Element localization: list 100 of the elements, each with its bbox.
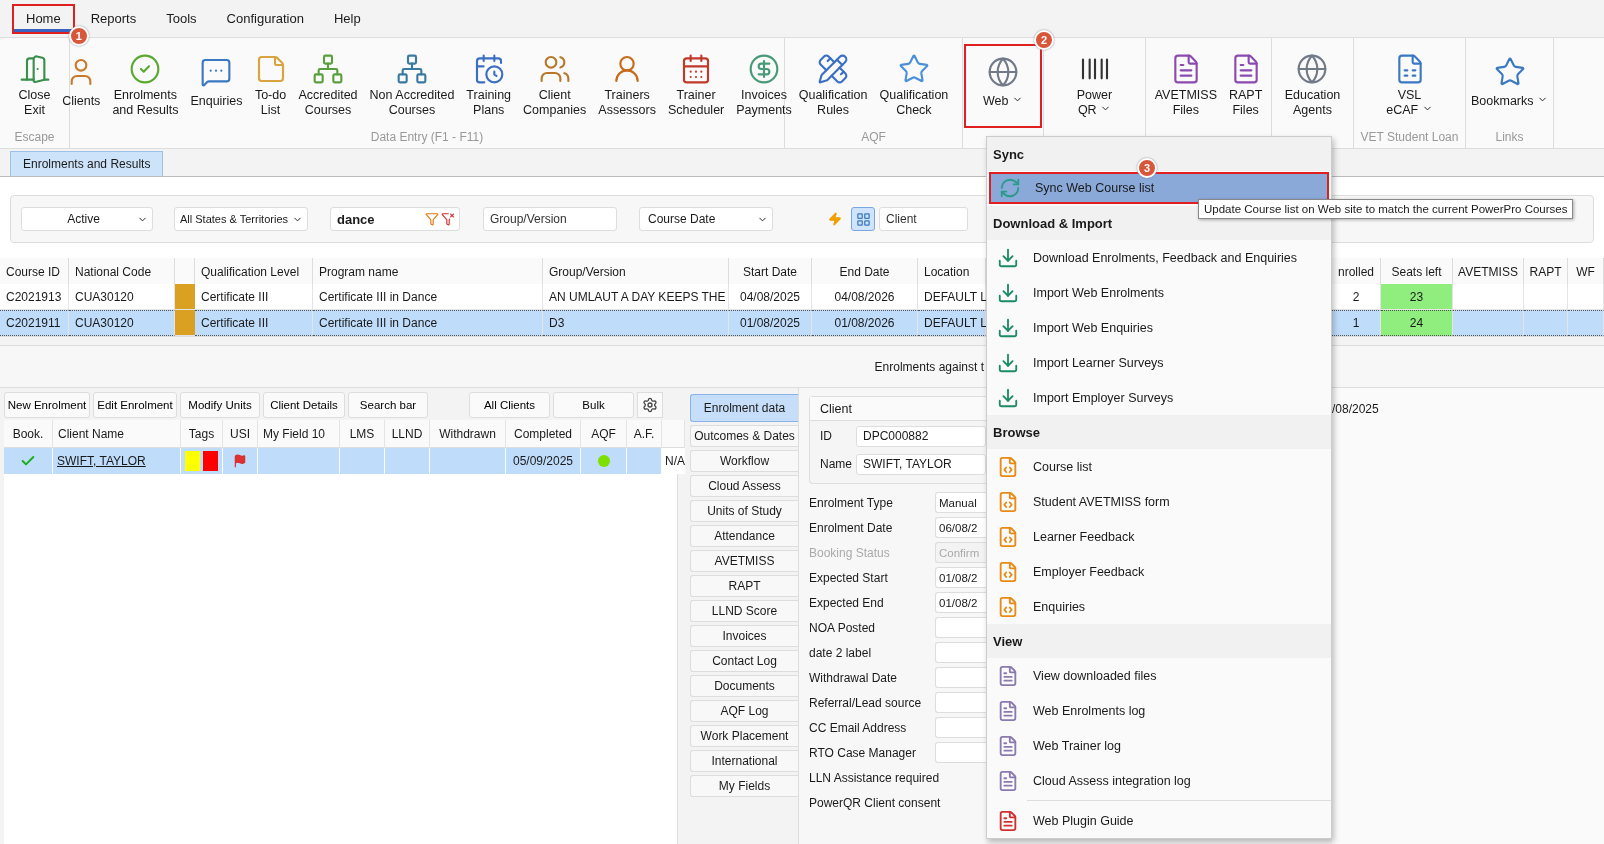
menu-tab[interactable]: Home: [12, 3, 75, 34]
menu-item[interactable]: Course list: [987, 449, 1331, 484]
column-header[interactable]: Withdrawn: [430, 420, 506, 448]
ribbon-button[interactable]: Education Agents: [1279, 44, 1346, 124]
column-header[interactable]: Book.: [4, 420, 53, 448]
search-field[interactable]: dance: [330, 207, 460, 231]
text-field[interactable]: [935, 642, 986, 663]
column-header[interactable]: Client Name: [53, 420, 181, 448]
text-field[interactable]: DPC000882: [856, 425, 986, 447]
states-dropdown[interactable]: All States & Territories: [174, 207, 308, 231]
menu-item[interactable]: Import Employer Surveys: [987, 380, 1331, 415]
text-field[interactable]: [935, 717, 986, 738]
ribbon-button[interactable]: Enrolments and Results: [107, 44, 184, 124]
text-field[interactable]: [935, 742, 986, 763]
menu-item[interactable]: Employer Feedback: [987, 554, 1331, 589]
text-field[interactable]: SWIFT, TAYLOR: [856, 453, 986, 475]
menu-tab[interactable]: Tools: [152, 3, 211, 34]
menu-item[interactable]: Import Learner Surveys: [987, 345, 1331, 380]
side-tab[interactable]: Cloud Assess: [690, 475, 798, 497]
ribbon-button[interactable]: Accredited Courses: [293, 44, 363, 124]
menu-item[interactable]: Import Web Enquiries: [987, 310, 1331, 345]
menu-item[interactable]: View downloaded files: [987, 658, 1331, 693]
code-file-icon: [997, 525, 1019, 548]
text-field[interactable]: [935, 667, 986, 688]
menu-item[interactable]: Student AVETMISS form: [987, 484, 1331, 519]
menu-item[interactable]: Learner Feedback: [987, 519, 1331, 554]
text-field[interactable]: [935, 617, 986, 638]
side-tab[interactable]: My Fields: [690, 775, 798, 797]
ribbon-button[interactable]: AVETMISS Files: [1149, 44, 1222, 124]
lightning-icon[interactable]: [828, 212, 842, 226]
document-tab[interactable]: Enrolments and Results: [10, 151, 164, 176]
status-dropdown[interactable]: Active: [21, 207, 153, 231]
text-field[interactable]: Manual: [935, 492, 986, 513]
toolbar-button[interactable]: All Clients: [469, 392, 550, 418]
ribbon-button[interactable]: Bookmarks: [1466, 44, 1553, 124]
client-field[interactable]: Client: [879, 207, 968, 231]
column-header[interactable]: LMS: [340, 420, 385, 448]
column-header[interactable]: A.F.: [627, 420, 662, 448]
toolbar-button[interactable]: Client Details: [263, 392, 345, 418]
menu-item[interactable]: Sync Web Course list: [989, 172, 1329, 204]
table-cell: D3: [543, 310, 729, 336]
settings-button[interactable]: [637, 392, 663, 418]
text-field[interactable]: [935, 692, 986, 713]
toolbar-button[interactable]: Edit Enrolment: [93, 392, 177, 418]
side-tab[interactable]: International: [690, 750, 798, 772]
toolbar-button[interactable]: Bulk: [553, 392, 634, 418]
menu-item[interactable]: Web Trainer log: [987, 728, 1331, 763]
side-tab[interactable]: Work Placement: [690, 725, 798, 747]
text-field[interactable]: 01/08/2: [935, 592, 986, 613]
ribbon-button[interactable]: Power QR: [1071, 44, 1118, 124]
side-tab[interactable]: Units of Study: [690, 500, 798, 522]
group-version-field[interactable]: Group/Version: [483, 207, 617, 231]
menu-item[interactable]: Import Web Enrolments: [987, 275, 1331, 310]
side-tab[interactable]: Documents: [690, 675, 798, 697]
menu-tab[interactable]: Help: [319, 3, 375, 34]
ribbon-button[interactable]: Non Accredited Courses: [364, 44, 460, 124]
column-header[interactable]: USI: [223, 420, 258, 448]
toolbar-button[interactable]: Modify Units: [180, 392, 260, 418]
filter-icon[interactable]: [425, 212, 439, 226]
ribbon-button[interactable]: Client Companies: [518, 44, 592, 124]
side-tab[interactable]: RAPT: [690, 575, 798, 597]
ribbon-button[interactable]: Enquiries: [185, 44, 248, 124]
side-tab[interactable]: Workflow: [690, 450, 798, 472]
grid-view-button[interactable]: [851, 207, 875, 231]
ribbon-button[interactable]: To-do List: [249, 44, 292, 124]
text-field[interactable]: 06/08/2: [935, 517, 986, 538]
side-tab[interactable]: AVETMISS: [690, 550, 798, 572]
side-tab[interactable]: AQF Log: [690, 700, 798, 722]
menu-item[interactable]: Cloud Assess integration log: [987, 763, 1331, 798]
side-tab[interactable]: Outcomes & Dates: [690, 425, 798, 447]
ribbon-button[interactable]: Trainer Scheduler: [662, 44, 730, 124]
column-header[interactable]: Tags: [181, 420, 223, 448]
ribbon-button[interactable]: Trainers Assessors: [593, 44, 661, 124]
menu-item[interactable]: Enquiries: [987, 589, 1331, 624]
ribbon-button[interactable]: Clients: [57, 44, 106, 124]
text-field[interactable]: 01/08/2: [935, 567, 986, 588]
ribbon-button[interactable]: VSL eCAF: [1381, 44, 1438, 124]
column-header[interactable]: LLND: [385, 420, 430, 448]
toolbar-button[interactable]: New Enrolment: [4, 392, 90, 418]
ribbon-button[interactable]: Training Plans: [461, 44, 517, 124]
ribbon-button[interactable]: Close Exit: [13, 44, 56, 124]
side-tab[interactable]: Attendance: [690, 525, 798, 547]
toolbar-button[interactable]: Search bar: [348, 392, 428, 418]
menu-tab[interactable]: Configuration: [212, 3, 318, 34]
side-tab[interactable]: Enrolment data: [690, 394, 798, 422]
side-tab[interactable]: Contact Log: [690, 650, 798, 672]
ribbon-button[interactable]: Qualification Check: [874, 44, 954, 124]
group-label: Escape: [13, 129, 56, 146]
menu-item[interactable]: Web Plugin Guide: [987, 803, 1331, 838]
column-header[interactable]: My Field 10: [258, 420, 340, 448]
menu-item[interactable]: Web Enrolments log: [987, 693, 1331, 728]
ribbon-button[interactable]: Web: [964, 44, 1042, 128]
side-tab[interactable]: Invoices: [690, 625, 798, 647]
clear-filter-icon[interactable]: [441, 212, 455, 226]
menu-item[interactable]: Download Enrolments, Feedback and Enquiries: [987, 240, 1331, 275]
column-header[interactable]: AQF: [581, 420, 627, 448]
ribbon-button[interactable]: RAPT Files: [1223, 44, 1268, 124]
side-tab[interactable]: LLND Score: [690, 600, 798, 622]
date-dropdown[interactable]: Course Date: [639, 207, 773, 231]
column-header[interactable]: Completed: [506, 420, 581, 448]
